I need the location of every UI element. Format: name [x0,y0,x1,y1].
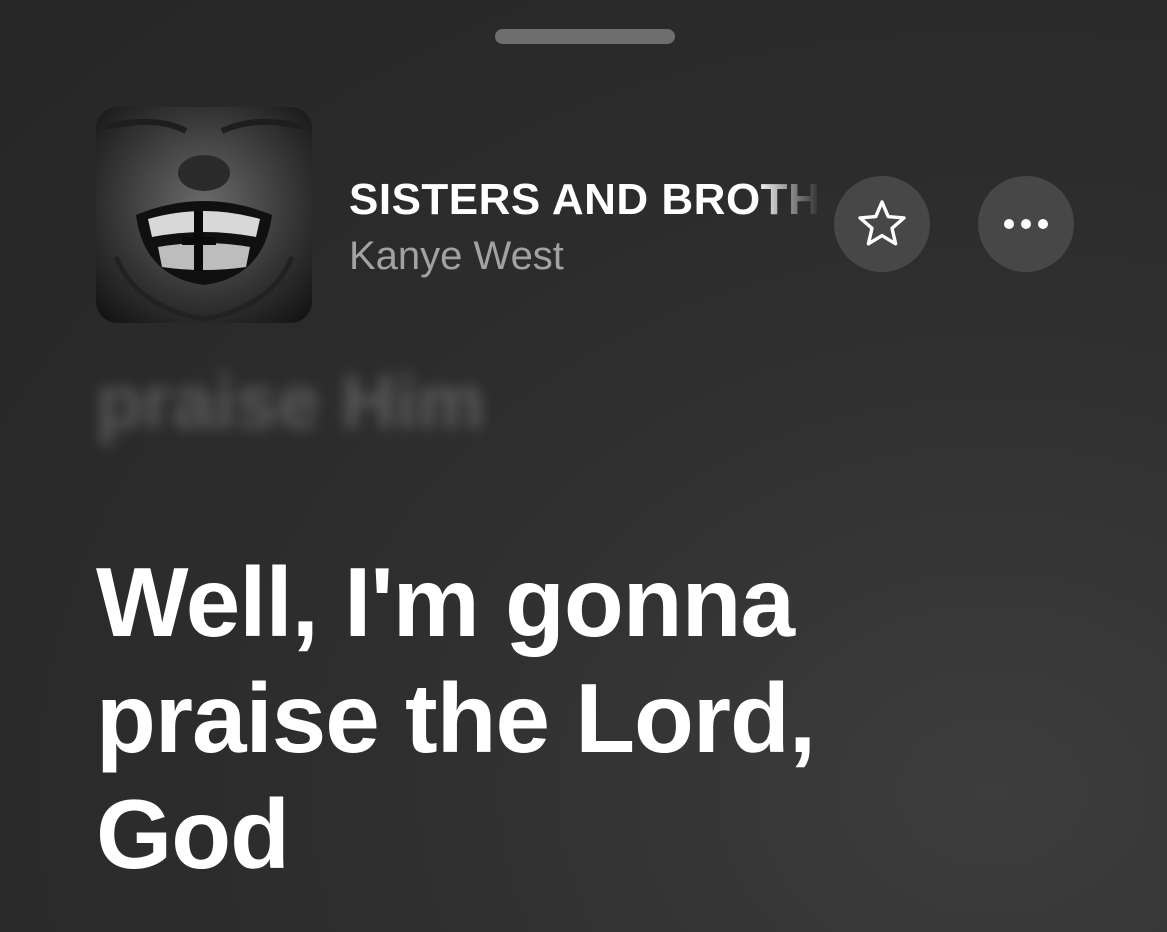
song-title: SISTERS AND BROTHERS [349,175,821,224]
star-outline-icon [858,200,906,246]
previous-lyric-line[interactable]: praise Him [96,358,485,448]
album-artwork[interactable] [96,107,312,323]
artist-name[interactable]: Kanye West [349,232,564,280]
current-lyric-line: Well, I'm gonna [96,547,795,657]
more-options-button[interactable] [978,176,1074,272]
sheet-grabber[interactable] [495,29,675,44]
current-lyric[interactable]: Well, I'm gonna praise the Lord, God [96,544,1036,892]
ellipsis-icon [1004,219,1048,229]
current-lyric-line: praise the Lord, [96,663,816,773]
current-lyric-line: God [96,779,290,889]
favorite-button[interactable] [834,176,930,272]
